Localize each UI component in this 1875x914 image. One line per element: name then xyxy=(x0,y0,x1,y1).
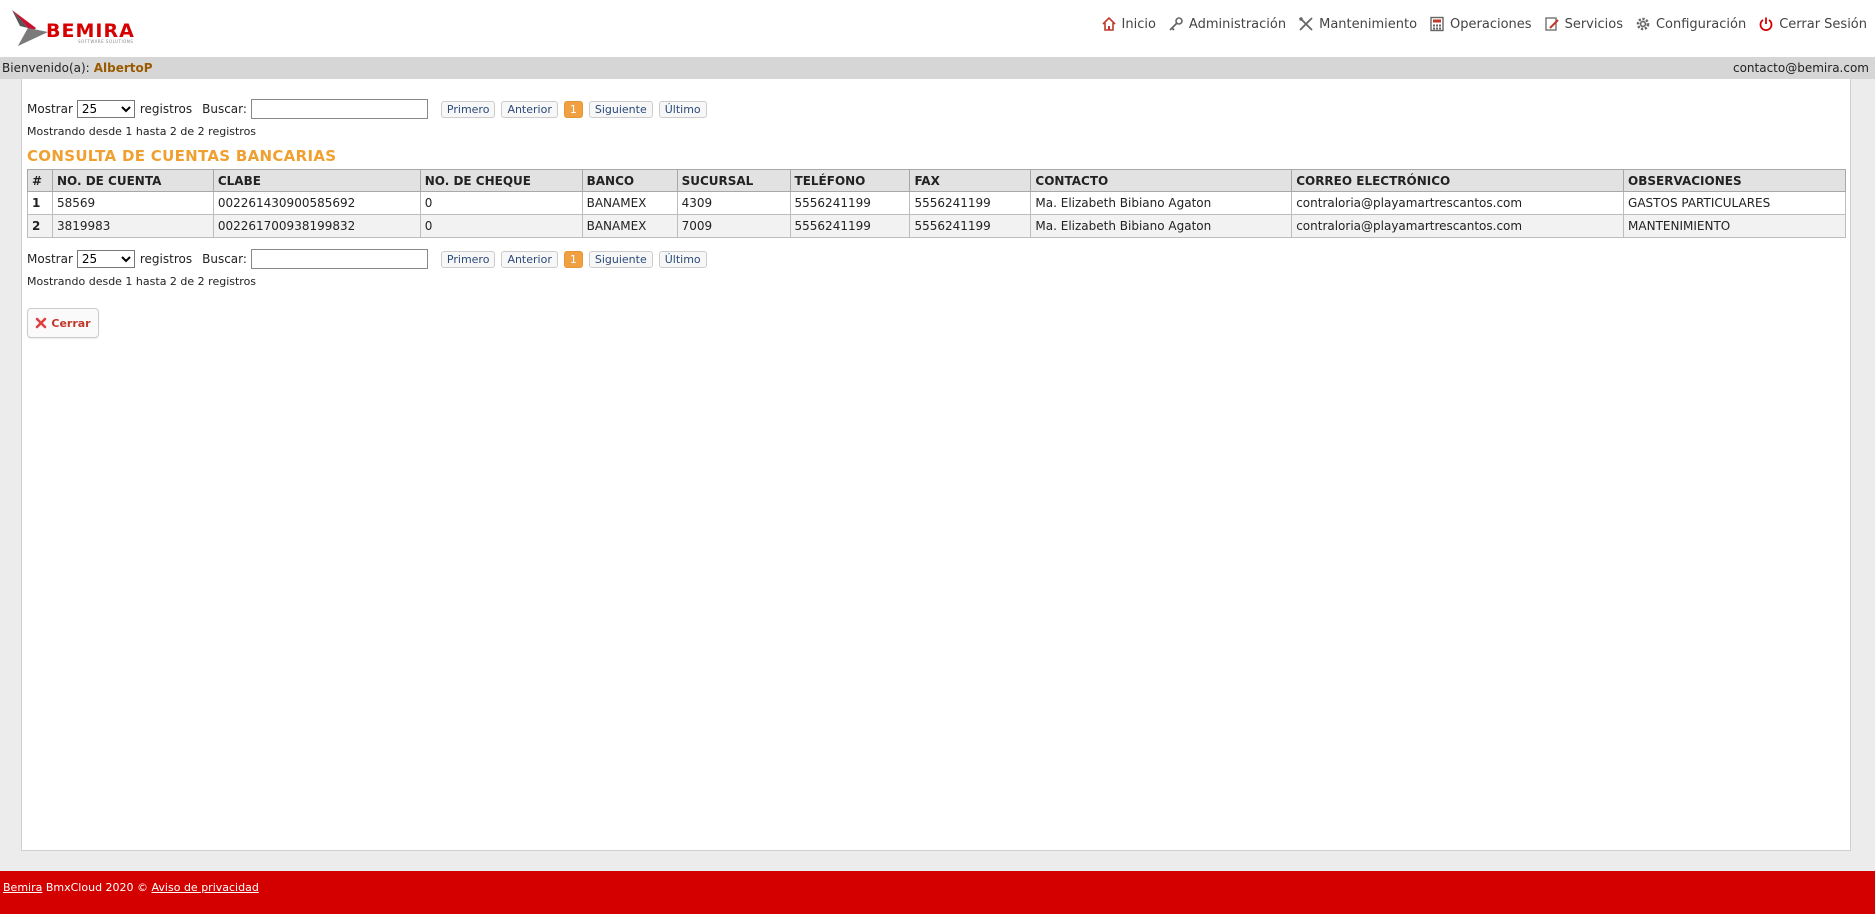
home-icon xyxy=(1101,16,1116,31)
welcome-label: Bienvenido(a): xyxy=(2,61,90,75)
col-header[interactable]: OBSERVACIONES xyxy=(1623,169,1846,192)
col-header[interactable]: CORREO ELECTRÓNICO xyxy=(1291,169,1625,192)
col-header[interactable]: NO. DE CUENTA xyxy=(51,169,214,192)
search-input-bottom[interactable] xyxy=(250,249,428,269)
col-header[interactable]: # xyxy=(27,169,53,192)
table-cell: 0 xyxy=(419,191,583,215)
table-cell: contraloria@playamartrescantos.com xyxy=(1291,214,1625,238)
table-cell: 3819983 xyxy=(51,214,214,238)
nav-operaciones[interactable]: Operaciones xyxy=(1429,16,1532,32)
table-cell: 0 xyxy=(419,214,583,238)
accounts-table: # NO. DE CUENTA CLABE NO. DE CHEQUE BANC… xyxy=(27,169,1846,238)
pager-first-button[interactable]: Primero xyxy=(440,100,496,118)
main-nav: Inicio Administración Mantenimiento Oper… xyxy=(1101,16,1867,32)
records-label: registros xyxy=(139,102,193,116)
col-header[interactable]: NO. DE CHEQUE xyxy=(419,169,583,192)
nav-servicios[interactable]: Servicios xyxy=(1544,16,1623,32)
table-cell: 5556241199 xyxy=(789,191,911,215)
page-title: CONSULTA DE CUENTAS BANCARIAS xyxy=(27,147,337,165)
pager-page-1[interactable]: 1 xyxy=(563,100,583,118)
records-info-top: Mostrando desde 1 hasta 2 de 2 registros xyxy=(27,125,257,138)
table-cell: Ma. Elizabeth Bibiano Agaton xyxy=(1030,214,1293,238)
table-cell: 58569 xyxy=(51,191,214,215)
logo-star-icon xyxy=(12,10,48,46)
top-controls: Mostrar 25 registros Buscar: Primero Ant… xyxy=(27,99,707,119)
pager-page-1[interactable]: 1 xyxy=(563,250,583,268)
pager-prev-button[interactable]: Anterior xyxy=(501,250,558,268)
welcome-user: AlbertoP xyxy=(93,61,153,75)
col-header[interactable]: CLABE xyxy=(212,169,421,192)
table-cell: 2 xyxy=(27,214,53,238)
pager-next-button[interactable]: Siguiente xyxy=(588,100,653,118)
privacy-link[interactable]: Aviso de privacidad xyxy=(152,881,259,894)
power-icon xyxy=(1759,17,1773,31)
welcome-bar: Bienvenido(a): AlbertoP contacto@bemira.c… xyxy=(0,57,1875,79)
table-cell: 7009 xyxy=(676,214,791,238)
close-button[interactable]: Cerrar xyxy=(27,308,99,338)
footer-brand-link[interactable]: Bemira xyxy=(3,881,42,894)
logo-subtext: SOFTWARE SOLUTIONS xyxy=(78,39,134,44)
show-label: Mostrar xyxy=(27,252,73,266)
table-header-row: # NO. DE CUENTA CLABE NO. DE CHEQUE BANC… xyxy=(27,169,1846,192)
nav-inicio[interactable]: Inicio xyxy=(1101,16,1156,32)
table-cell: MANTENIMIENTO xyxy=(1623,214,1846,238)
footer-text: BmxCloud 2020 © xyxy=(42,881,152,894)
table-cell: 1 xyxy=(27,191,53,215)
nav-configuracion[interactable]: Configuración xyxy=(1635,16,1746,32)
header: BEMIRA SOFTWARE SOLUTIONS Inicio Adminis… xyxy=(0,0,1875,57)
tools-icon xyxy=(1299,17,1313,31)
bottom-controls: Mostrar 25 registros Buscar: Primero Ant… xyxy=(27,249,707,269)
records-info-bottom: Mostrando desde 1 hasta 2 de 2 registros xyxy=(27,275,257,288)
gear-icon xyxy=(1636,17,1650,31)
search-label: Buscar: xyxy=(202,102,247,116)
pager-next-button[interactable]: Siguiente xyxy=(588,250,653,268)
calculator-icon xyxy=(1430,16,1444,32)
table-cell: 5556241199 xyxy=(789,214,911,238)
col-header[interactable]: BANCO xyxy=(581,169,678,192)
table-cell: GASTOS PARTICULARES xyxy=(1623,191,1846,215)
nav-administracion[interactable]: Administración xyxy=(1168,16,1286,32)
main-panel: Mostrar 25 registros Buscar: Primero Ant… xyxy=(0,79,1875,871)
table-cell: contraloria@playamartrescantos.com xyxy=(1291,191,1625,215)
col-header[interactable]: CONTACTO xyxy=(1030,169,1293,192)
col-header[interactable]: SUCURSAL xyxy=(676,169,791,192)
pager-prev-button[interactable]: Anterior xyxy=(501,100,558,118)
col-header[interactable]: FAX xyxy=(909,169,1032,192)
records-label: registros xyxy=(139,252,193,266)
pager-last-button[interactable]: Último xyxy=(658,100,707,118)
pager-last-button[interactable]: Último xyxy=(658,250,707,268)
table-cell: 002261430900585692 xyxy=(212,191,421,215)
contact-email: contacto@bemira.com xyxy=(1732,61,1869,75)
table-cell: Ma. Elizabeth Bibiano Agaton xyxy=(1030,191,1293,215)
pager-first-button[interactable]: Primero xyxy=(440,250,496,268)
table-row[interactable]: 1 58569 002261430900585692 0 BANAMEX 430… xyxy=(27,191,1846,215)
table-cell: 4309 xyxy=(676,191,791,215)
nav-mantenimiento[interactable]: Mantenimiento xyxy=(1298,16,1417,32)
table-cell: 002261700938199832 xyxy=(212,214,421,238)
table-row[interactable]: 2 3819983 002261700938199832 0 BANAMEX 7… xyxy=(27,214,1846,238)
search-label: Buscar: xyxy=(202,252,247,266)
table-cell: 5556241199 xyxy=(909,214,1032,238)
pager-top: Primero Anterior 1 Siguiente Último xyxy=(440,100,707,118)
content-area: Mostrar 25 registros Buscar: Primero Ant… xyxy=(21,79,1851,851)
key-icon xyxy=(1169,17,1183,31)
table-cell: BANAMEX xyxy=(581,214,678,238)
search-input[interactable] xyxy=(250,99,428,119)
show-label: Mostrar xyxy=(27,102,73,116)
close-icon xyxy=(36,317,47,329)
col-header[interactable]: TELÉFONO xyxy=(789,169,911,192)
close-button-label: Cerrar xyxy=(51,316,91,330)
footer: Bemira BmxCloud 2020 © Aviso de privacid… xyxy=(0,871,1875,914)
edit-icon xyxy=(1544,17,1559,31)
table-cell: BANAMEX xyxy=(581,191,678,215)
page-size-select[interactable]: 25 xyxy=(76,100,135,118)
pager-bottom: Primero Anterior 1 Siguiente Último xyxy=(440,250,707,268)
table-cell: 5556241199 xyxy=(909,191,1032,215)
page-size-select-bottom[interactable]: 25 xyxy=(76,250,135,268)
nav-cerrar-sesion[interactable]: Cerrar Sesión xyxy=(1758,16,1867,32)
bemira-logo[interactable]: BEMIRA SOFTWARE SOLUTIONS xyxy=(10,6,140,50)
